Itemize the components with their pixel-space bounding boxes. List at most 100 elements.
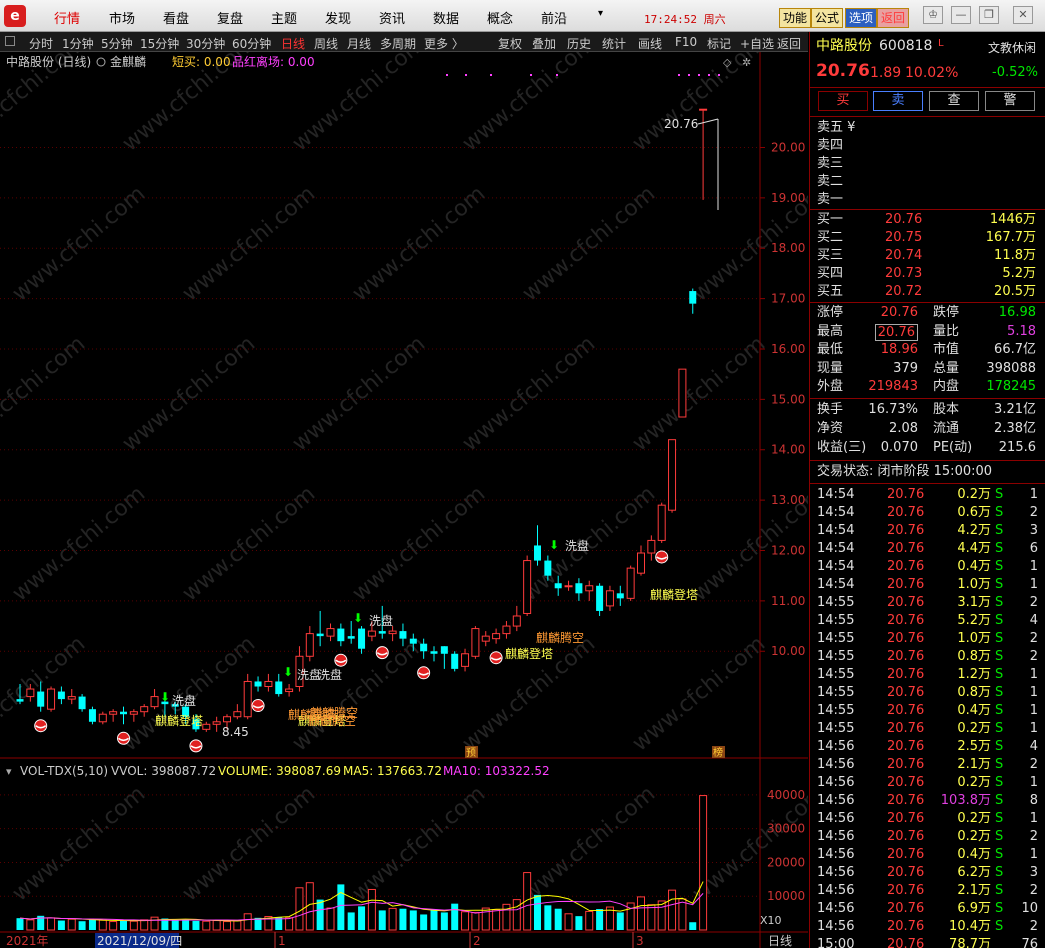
tool-tongji[interactable]: 统计 (602, 35, 626, 52)
vol-tick-label: 30000 (767, 822, 805, 836)
back-button[interactable]: 返回 (877, 8, 910, 28)
tool-back[interactable]: 返回 (777, 35, 801, 52)
tool-f10[interactable]: F10 (675, 35, 697, 49)
menu-gainian[interactable]: 概念 (487, 8, 513, 27)
options-button[interactable]: 选项 (845, 8, 878, 28)
stat-value: 219843 (868, 379, 918, 394)
candle-body (678, 368, 687, 418)
vol-vvol: VVOL: 398087.72 (111, 764, 216, 778)
tool-huaxian[interactable]: 画线 (638, 35, 662, 52)
menu-zhuti[interactable]: 主题 (271, 8, 297, 27)
candle-body (16, 699, 24, 702)
period-daily[interactable]: 日线 (281, 35, 305, 52)
formula-button[interactable]: 公式 (811, 8, 844, 28)
tool-lishi[interactable]: 历史 (567, 35, 591, 52)
restore-icon[interactable]: ❐ (979, 6, 999, 24)
period-30min[interactable]: 30分钟 (186, 35, 225, 52)
menu-qianyan[interactable]: 前沿 (541, 8, 567, 27)
menu-fupan[interactable]: 复盘 (217, 8, 243, 27)
tool-diejia[interactable]: 叠加 (532, 35, 556, 52)
tool-fuquan[interactable]: 复权 (498, 35, 522, 52)
indicator-name[interactable]: 金麒麟 (110, 54, 146, 69)
fund-label: 净资 (817, 421, 844, 436)
kline-chart-svg[interactable]: www.cfchi.com www.cfchi.com www.cfchi.com w… (0, 31, 830, 948)
function-button[interactable]: 功能 (779, 8, 812, 28)
period-60min[interactable]: 60分钟 (232, 35, 271, 52)
stat-label: 外盘 (817, 379, 844, 394)
volume-bar (451, 903, 459, 930)
menu-kanpan[interactable]: 看盘 (163, 8, 189, 27)
sell-button[interactable]: 卖 (873, 91, 923, 111)
tick-row: 14:56 20.76 103.8万 S 8 (810, 792, 1045, 810)
query-button[interactable]: 查 (929, 91, 979, 111)
stat-label: 涨停 (817, 305, 844, 320)
signal-dot (698, 74, 700, 76)
candle-body (337, 628, 345, 642)
period-more[interactable]: 更多 〉 (424, 35, 464, 52)
menu-faxian[interactable]: 发现 (325, 8, 351, 27)
ask-label: 卖五 ¥ (817, 120, 856, 135)
vol-toggle-icon[interactable]: ▾ (6, 765, 12, 778)
short-buy-label: 短买: 0.00 (172, 55, 231, 69)
tick-side: S (995, 631, 1004, 646)
menu-zixun[interactable]: 资讯 (379, 8, 405, 27)
pinhong-label: 品红离场: 0.00 (232, 54, 315, 69)
period-1min[interactable]: 1分钟 (62, 35, 94, 52)
indicator-circle-icon[interactable] (96, 57, 106, 67)
watermark-text: www.cfchi.com (8, 781, 150, 906)
candle-body (275, 681, 283, 695)
candle (430, 646, 438, 662)
tick-row: 14:56 20.76 0.2万 S 2 (810, 828, 1045, 846)
candle-body (616, 593, 624, 599)
options-gear-icon[interactable]: ✲ (742, 56, 751, 69)
vol-ma10: MA10: 103322.52 (443, 764, 550, 778)
volume-bar (471, 911, 480, 931)
candle (596, 583, 604, 616)
bid-row: 买一 20.76 1446万 (810, 211, 1045, 229)
candle (316, 610, 324, 647)
buy-button[interactable]: 买 (818, 91, 868, 111)
stat-row: 外盘 219843 内盘 178245 (810, 378, 1045, 396)
period-5min[interactable]: 5分钟 (101, 35, 133, 52)
candle (47, 686, 56, 712)
candle-body (88, 709, 96, 722)
menu-more-icon[interactable]: ▾ (598, 8, 603, 19)
tick-price: 20.76 (887, 649, 925, 664)
volume-bar (564, 913, 573, 931)
period-15min[interactable]: 15分钟 (140, 35, 179, 52)
chart-area[interactable]: www.cfchi.com www.cfchi.com www.cfchi.com w… (0, 31, 830, 948)
menu-shuju[interactable]: 数据 (433, 8, 459, 27)
candle-body (637, 552, 645, 574)
period-multi[interactable]: 多周期 (380, 35, 416, 52)
volume-bar (47, 917, 56, 931)
sector-name[interactable]: 文教休闲 (988, 39, 1036, 57)
fund-label: 收益(三) (817, 440, 867, 455)
period-weekly[interactable]: 周线 (314, 35, 338, 52)
candle (616, 585, 624, 606)
tool-biaoji[interactable]: 标记 (707, 35, 731, 52)
menu-shichang[interactable]: 市场 (109, 8, 135, 27)
tick-side: S (995, 811, 1004, 826)
tool-add-watchlist[interactable]: +自选 (740, 35, 774, 52)
close-icon[interactable]: ✕ (1013, 6, 1033, 24)
alert-button[interactable]: 警 (985, 91, 1035, 111)
candle-body (668, 439, 677, 511)
stat-label: 跌停 (933, 305, 960, 320)
panel-toggle-icon[interactable] (5, 36, 15, 46)
period-monthly[interactable]: 月线 (347, 35, 371, 52)
signal-ball-icon (489, 651, 503, 665)
volume-bar (88, 919, 96, 930)
signal-dot (465, 74, 467, 76)
period-fenshi[interactable]: 分时 (29, 35, 53, 52)
tick-row: 14:56 20.76 2.1万 S 2 (810, 882, 1045, 900)
candle (67, 689, 76, 705)
bid-label: 买三 (817, 248, 844, 263)
diamond-icon[interactable]: ◇ (723, 56, 732, 69)
skin-icon[interactable]: ♔ (923, 6, 943, 24)
wash-arrow-icon: ⬇ (353, 611, 363, 625)
app-logo-icon[interactable]: e (4, 5, 26, 27)
bid-label: 买二 (817, 230, 844, 245)
menu-hangqing[interactable]: 行情 (54, 8, 80, 27)
minimize-icon[interactable]: — (951, 6, 971, 24)
vol-unit-label: X10 (760, 914, 782, 927)
